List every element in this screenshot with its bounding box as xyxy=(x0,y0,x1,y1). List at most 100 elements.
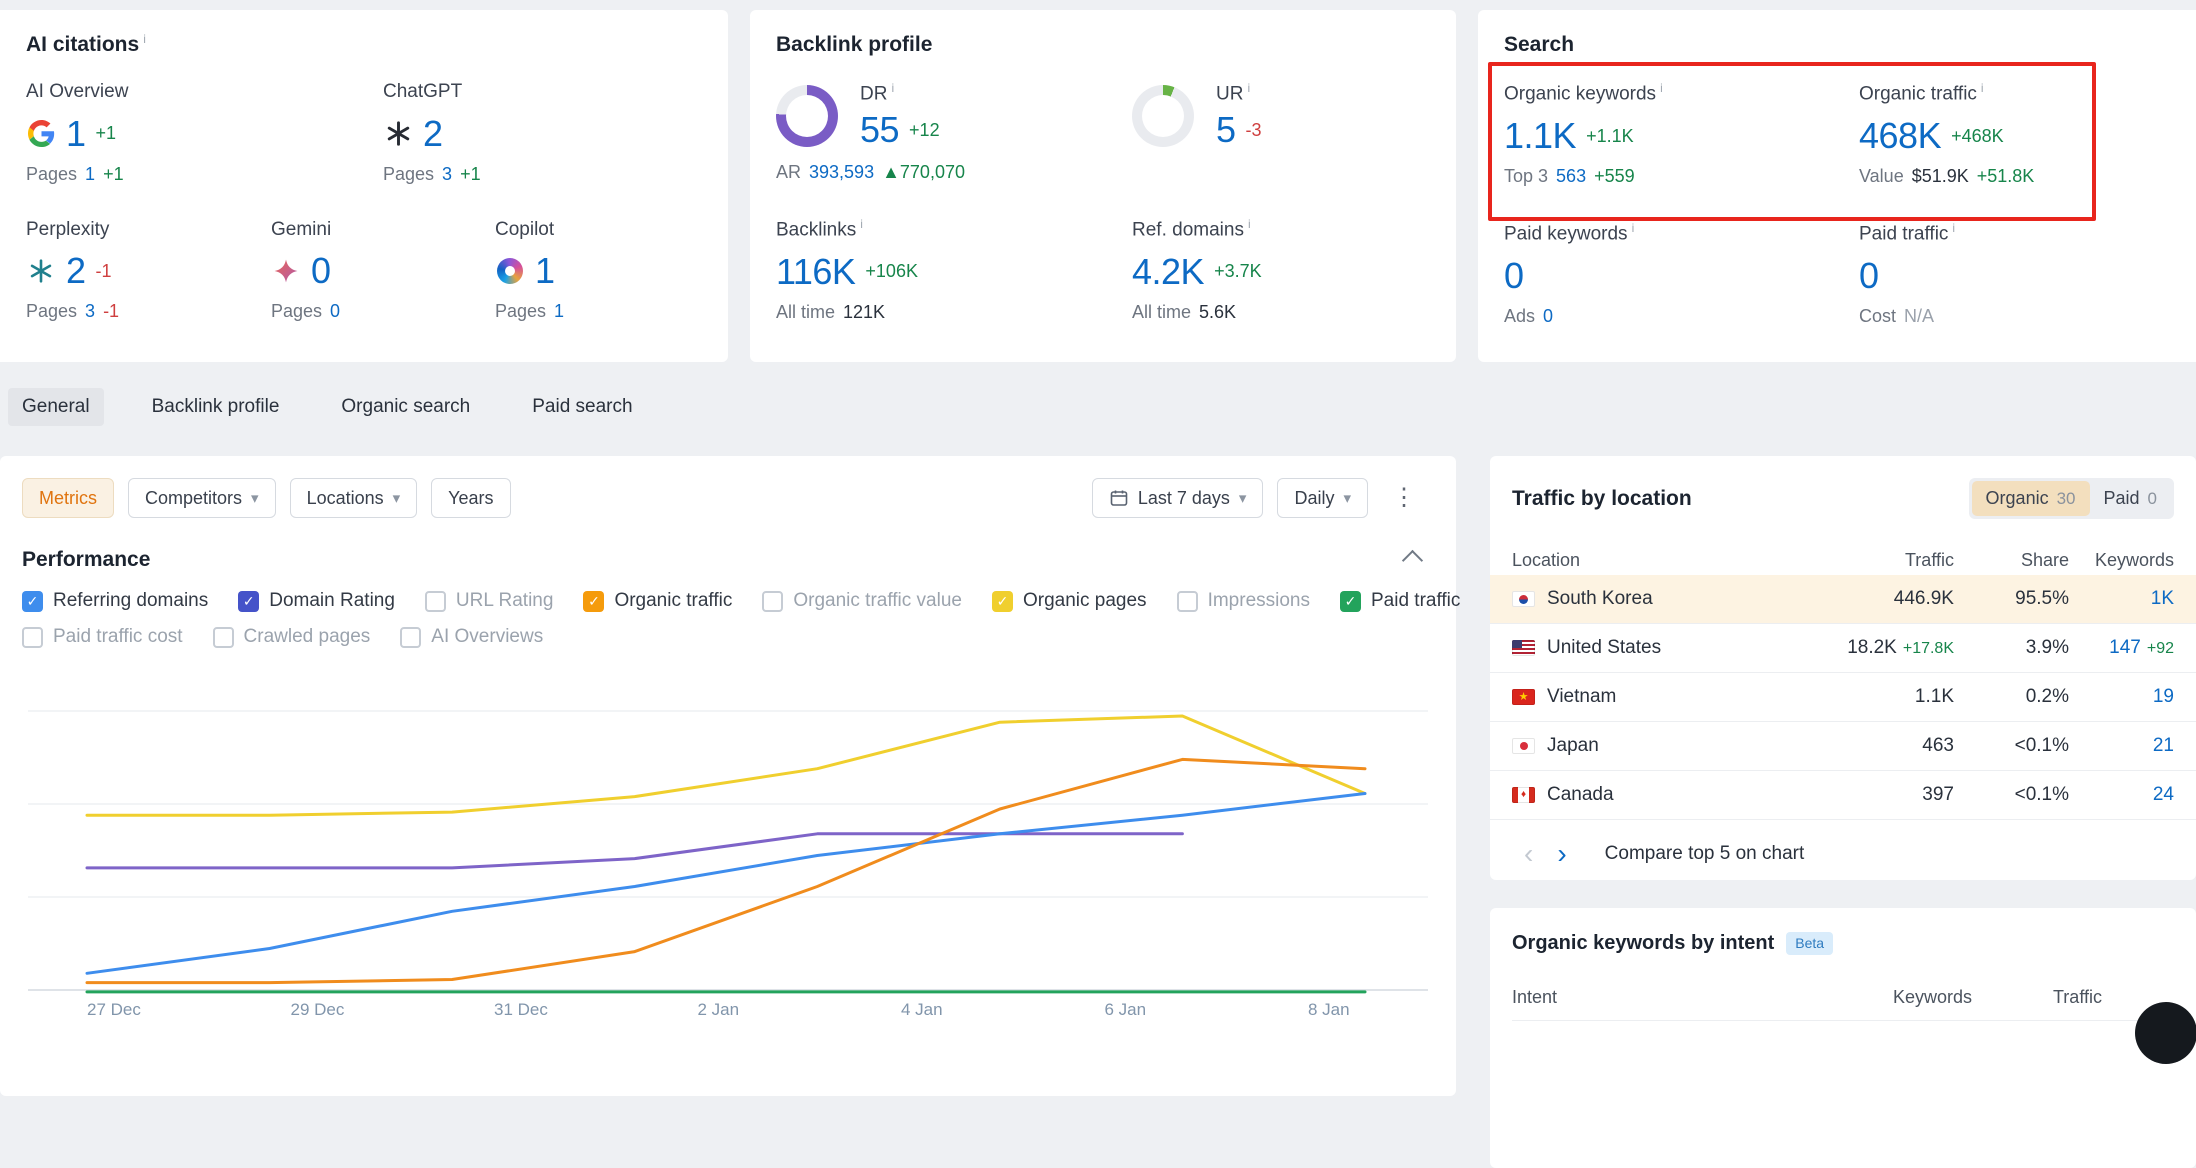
perplexity-count[interactable]: 2 xyxy=(66,251,86,291)
prev-page-arrow[interactable]: ‹ xyxy=(1512,840,1545,868)
cost-value: N/A xyxy=(1904,306,1934,327)
info-icon[interactable]: i xyxy=(860,217,863,231)
metric-checkbox-organic-traffic-value[interactable]: Organic traffic value xyxy=(762,590,962,612)
metric-checkbox-paid-traffic[interactable]: ✓Paid traffic xyxy=(1340,590,1460,612)
x-axis-label: 6 Jan xyxy=(1105,1000,1147,1020)
dr-value[interactable]: 55 xyxy=(860,110,899,150)
ads-value[interactable]: 0 xyxy=(1543,306,1553,327)
date-range-button[interactable]: Last 7 days ▾ xyxy=(1092,478,1264,518)
table-row[interactable]: South Korea 446.9K 95.5% 1K xyxy=(1490,575,2196,624)
table-row[interactable]: Canada 397 <0.1% 24 xyxy=(1490,771,2196,820)
metric-checkbox-paid-traffic-cost[interactable]: Paid traffic cost xyxy=(22,626,183,648)
keywords-link[interactable]: 21 xyxy=(2153,735,2174,756)
location-name: Canada xyxy=(1547,784,1614,806)
metric-checkbox-organic-pages[interactable]: ✓Organic pages xyxy=(992,590,1147,612)
paid-keywords-block: Paid keywordsi 0 Ads 0 xyxy=(1504,221,1859,327)
keywords-by-intent-card: Organic keywords by intent Beta Intent K… xyxy=(1490,908,2196,1168)
info-icon[interactable]: i xyxy=(1660,81,1663,95)
tab-paid-search[interactable]: Paid search xyxy=(518,388,646,427)
segment-paid[interactable]: Paid0 xyxy=(2090,481,2172,516)
ur-label: URi xyxy=(1216,81,1262,106)
tab-general[interactable]: General xyxy=(8,388,104,427)
ai-item-perplexity: Perplexity 2 -1 Pages 3 -1 xyxy=(26,219,271,322)
tab-organic-search[interactable]: Organic search xyxy=(327,388,484,427)
metric-checkbox-url-rating[interactable]: URL Rating xyxy=(425,590,554,612)
pages-count[interactable]: 0 xyxy=(330,301,340,322)
info-icon[interactable]: i xyxy=(1248,217,1251,231)
metric-checkbox-impressions[interactable]: Impressions xyxy=(1177,590,1310,612)
dr-donut-chart xyxy=(776,85,838,147)
ai-item-label: Copilot xyxy=(495,219,564,242)
pages-count[interactable]: 1 xyxy=(85,164,95,185)
collapse-chevron-icon[interactable] xyxy=(1402,549,1423,570)
metric-checkbox-ai-overviews[interactable]: AI Overviews xyxy=(400,626,543,648)
chevron-down-icon: ▾ xyxy=(251,491,259,506)
table-row[interactable]: Japan 463 <0.1% 21 xyxy=(1490,722,2196,771)
compare-top5-label[interactable]: Compare top 5 on chart xyxy=(1605,843,1805,865)
metric-checkbox-crawled-pages[interactable]: Crawled pages xyxy=(213,626,371,648)
ai-overview-count[interactable]: 1 xyxy=(66,114,86,154)
metric-checkbox-organic-traffic[interactable]: ✓Organic traffic xyxy=(583,590,732,612)
keywords-link[interactable]: 1K xyxy=(2151,588,2174,609)
ads-label: Ads xyxy=(1504,306,1535,327)
info-icon[interactable]: i xyxy=(1632,221,1635,235)
info-icon[interactable]: i xyxy=(891,81,894,95)
segment-organic[interactable]: Organic30 xyxy=(1972,481,2090,516)
locations-button[interactable]: Locations▾ xyxy=(290,478,418,518)
checkbox-icon xyxy=(213,627,234,648)
traffic-by-location-title: Traffic by location xyxy=(1512,487,1692,511)
info-icon[interactable]: i xyxy=(1981,81,1984,95)
alltime-label: All time xyxy=(776,302,835,323)
keywords-link[interactable]: 147 xyxy=(2109,637,2141,658)
info-icon[interactable]: i xyxy=(1247,81,1250,95)
paid-keywords-value[interactable]: 0 xyxy=(1504,256,1524,296)
traffic-value-amount: $51.9K xyxy=(1912,166,1969,187)
gemini-count[interactable]: 0 xyxy=(311,251,331,291)
metric-delta: -1 xyxy=(96,261,112,282)
organic-keywords-value[interactable]: 1.1K xyxy=(1504,116,1576,156)
paid-traffic-value[interactable]: 0 xyxy=(1859,256,1879,296)
pages-count[interactable]: 3 xyxy=(442,164,452,185)
ai-item-gemini: Gemini 0 Pages 0 xyxy=(271,219,495,322)
info-icon[interactable]: i xyxy=(1952,221,1955,235)
keywords-link[interactable]: 19 xyxy=(2153,686,2174,707)
performance-title: Performance xyxy=(22,548,150,572)
years-button[interactable]: Years xyxy=(431,478,510,518)
paid-keywords-label: Paid keywordsi xyxy=(1504,221,1859,246)
next-page-arrow[interactable]: › xyxy=(1545,840,1578,868)
performance-chart[interactable]: 27 Dec29 Dec31 Dec2 Jan4 Jan6 Jan8 Jan xyxy=(22,684,1434,1024)
granularity-button[interactable]: Daily▾ xyxy=(1277,478,1368,518)
flag-icon-united-states xyxy=(1512,640,1535,656)
summary-cards-row: AI citationsi AI Overview 1 +1 Pages 1 xyxy=(0,10,2196,362)
ai-item-label: ChatGPT xyxy=(383,81,481,104)
chat-widget-button[interactable] xyxy=(2135,1002,2196,1064)
copilot-count[interactable]: 1 xyxy=(535,251,555,291)
organic-paid-toggle: Organic30 Paid0 xyxy=(1969,478,2174,519)
pages-count[interactable]: 3 xyxy=(85,301,95,322)
competitors-button[interactable]: Competitors▾ xyxy=(128,478,276,518)
organic-traffic-value[interactable]: 468K xyxy=(1859,116,1941,156)
alltime-value: 121K xyxy=(843,302,885,323)
openai-icon xyxy=(383,119,413,149)
table-row[interactable]: Vietnam 1.1K 0.2% 19 xyxy=(1490,673,2196,722)
metric-checkbox-referring-domains[interactable]: ✓Referring domains xyxy=(22,590,208,612)
pages-count[interactable]: 1 xyxy=(554,301,564,322)
chatgpt-count[interactable]: 2 xyxy=(423,114,443,154)
ref-domains-value[interactable]: 4.2K xyxy=(1132,252,1204,292)
ar-value[interactable]: 393,593 xyxy=(809,162,874,183)
checkbox-icon xyxy=(762,591,783,612)
backlinks-value[interactable]: 116K xyxy=(776,252,855,292)
metrics-button[interactable]: Metrics xyxy=(22,478,114,518)
x-axis-label: 4 Jan xyxy=(901,1000,943,1020)
tab-backlink-profile[interactable]: Backlink profile xyxy=(138,388,294,427)
keywords-link[interactable]: 24 xyxy=(2153,784,2174,805)
ai-item-label: AI Overview xyxy=(26,81,383,104)
table-row[interactable]: United States 18.2K+17.8K 3.9% 147+92 xyxy=(1490,624,2196,673)
ai-citations-row-1: AI Overview 1 +1 Pages 1 +1 xyxy=(26,81,702,184)
info-icon[interactable]: i xyxy=(143,32,146,46)
top3-value[interactable]: 563 xyxy=(1556,166,1586,187)
ur-value[interactable]: 5 xyxy=(1216,110,1236,150)
more-options-button[interactable]: ⋮ xyxy=(1382,482,1426,514)
flag-icon-japan xyxy=(1512,738,1535,754)
metric-checkbox-domain-rating[interactable]: ✓Domain Rating xyxy=(238,590,395,612)
